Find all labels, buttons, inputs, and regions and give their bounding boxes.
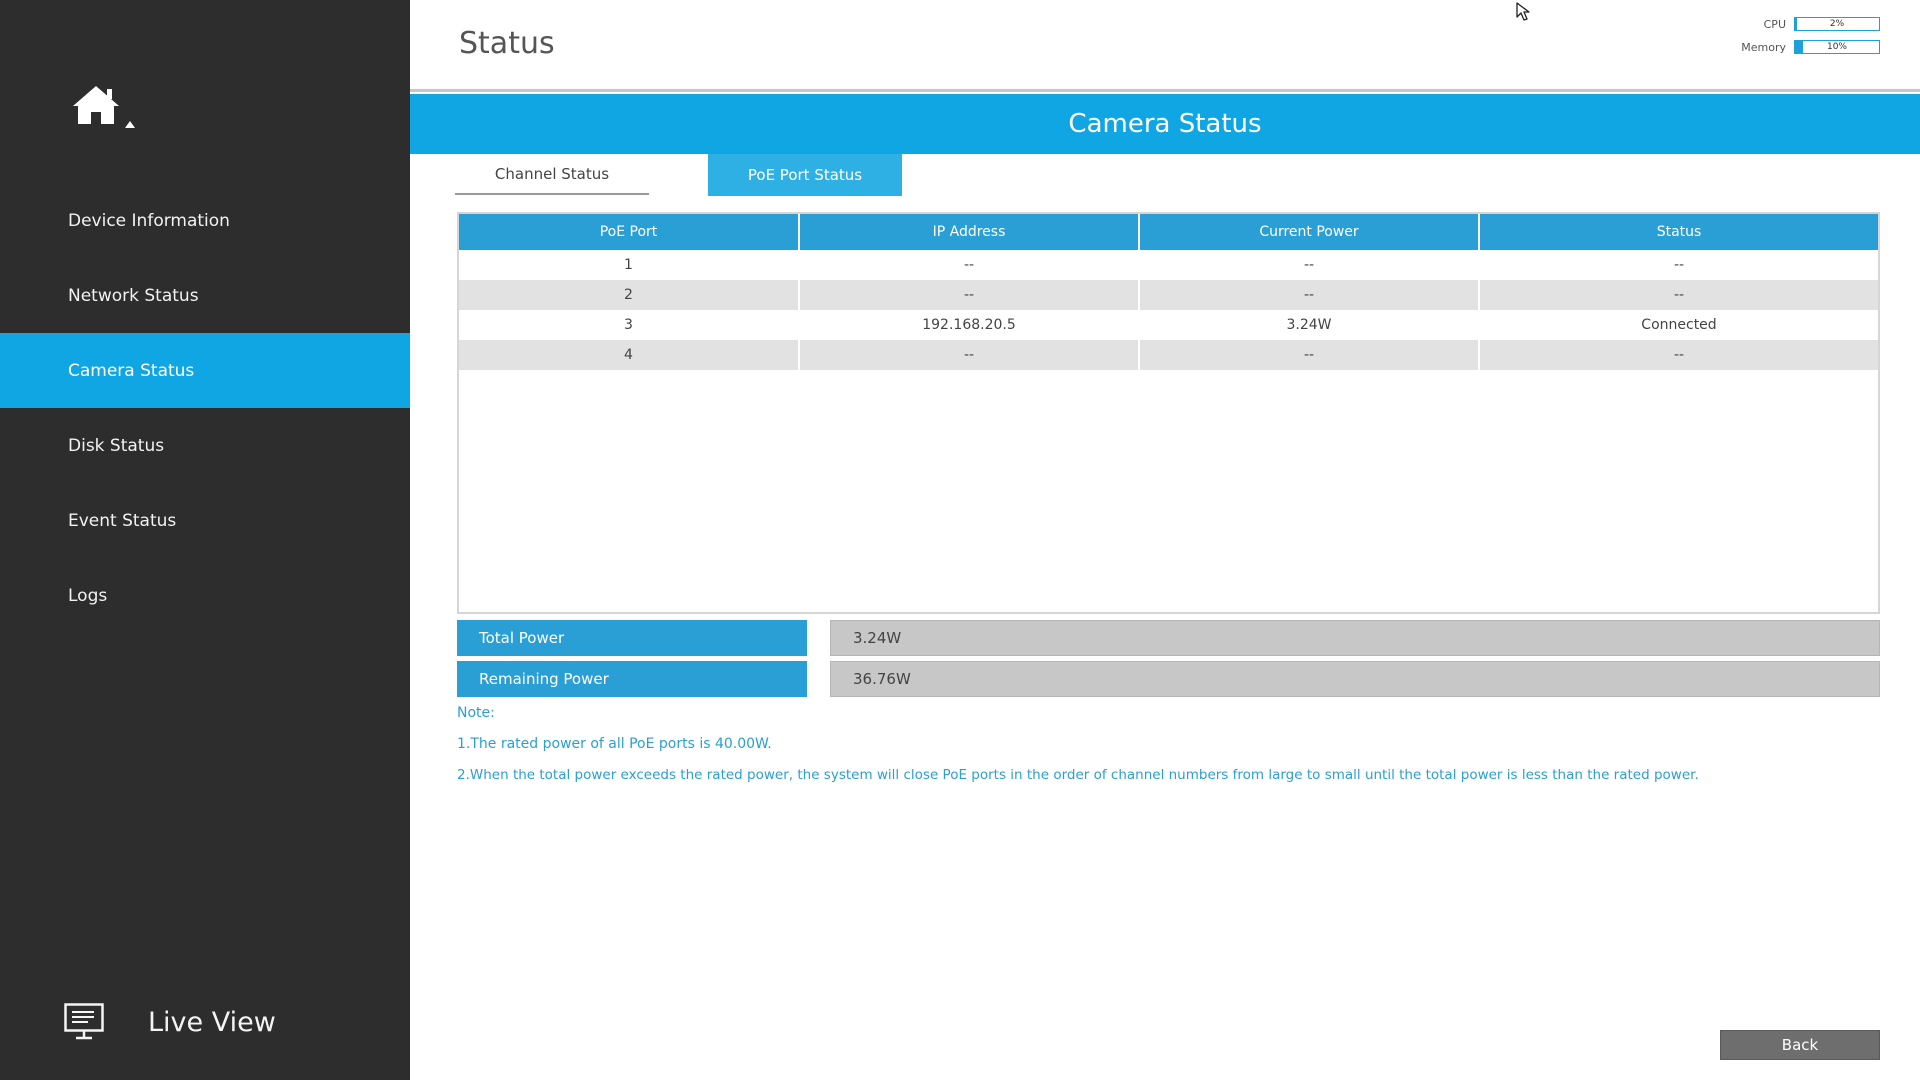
monitor-icon — [64, 1003, 104, 1040]
sidebar: Device Information Network Status Camera… — [0, 0, 410, 1080]
cell-ip-address: 192.168.20.5 — [799, 310, 1140, 340]
cpu-label: CPU — [1763, 17, 1786, 31]
table-row[interactable]: 4 -- -- -- — [459, 340, 1878, 370]
cell-current-power: -- — [1139, 340, 1480, 370]
table-header-row: PoE Port IP Address Current Power Status — [459, 214, 1878, 250]
column-header-poe-port[interactable]: PoE Port — [459, 214, 800, 250]
cpu-bar: 2% — [1794, 17, 1880, 31]
back-button-label: Back — [1781, 1036, 1819, 1054]
note-line-2: 2.When the total power exceeds the rated… — [457, 767, 1699, 783]
table-row[interactable]: 2 -- -- -- — [459, 280, 1878, 310]
home-button[interactable] — [73, 84, 143, 134]
page-title: Status — [459, 26, 555, 61]
cell-ip-address: -- — [799, 340, 1140, 370]
home-icon — [73, 86, 135, 128]
tab-label: Channel Status — [494, 164, 610, 183]
cell-status: Connected — [1641, 317, 1717, 333]
mouse-cursor-icon — [1516, 2, 1530, 21]
note-line-1: 1.The rated power of all PoE ports is 40… — [457, 736, 772, 752]
banner-title: Camera Status — [1068, 109, 1262, 139]
cell-ip-address: -- — [799, 280, 1140, 310]
sidebar-item-label: Logs — [68, 585, 108, 606]
poe-port-table: PoE Port IP Address Current Power Status… — [459, 214, 1878, 370]
sidebar-item-label: Device Information — [68, 210, 230, 231]
app-root: Device Information Network Status Camera… — [0, 0, 1920, 1080]
cell-status: -- — [1479, 340, 1878, 370]
memory-label: Memory — [1741, 40, 1786, 54]
sidebar-item-event-status[interactable]: Event Status — [0, 483, 410, 558]
cell-poe-port: 4 — [459, 340, 800, 370]
sidebar-item-logs[interactable]: Logs — [0, 558, 410, 633]
remaining-power-label: Remaining Power — [457, 661, 807, 697]
sidebar-item-label: Camera Status — [68, 360, 195, 381]
memory-value: 10% — [1826, 42, 1847, 52]
cpu-value: 2% — [1829, 19, 1845, 29]
sidebar-item-label: Network Status — [68, 285, 199, 306]
cell-current-power: 3.24W — [1139, 310, 1480, 340]
total-power-value: 3.24W — [830, 620, 1880, 656]
sidebar-item-network-status[interactable]: Network Status — [0, 258, 410, 333]
sidebar-item-device-information[interactable]: Device Information — [0, 183, 410, 258]
back-button[interactable]: Back — [1720, 1030, 1880, 1060]
cell-current-power: -- — [1139, 280, 1480, 310]
column-header-ip-address[interactable]: IP Address — [799, 214, 1140, 250]
remaining-power-value: 36.76W — [830, 661, 1880, 697]
live-view-button[interactable]: Live View — [64, 1000, 364, 1044]
cpu-meter: CPU 2% — [1726, 17, 1880, 31]
total-power-label: Total Power — [457, 620, 807, 656]
header-divider — [410, 89, 1920, 92]
poe-table-panel: PoE Port IP Address Current Power Status… — [457, 212, 1880, 614]
tab-label: PoE Port Status — [747, 166, 863, 184]
tab-poe-port-status[interactable]: PoE Port Status — [708, 154, 902, 196]
section-banner: Camera Status — [410, 94, 1920, 154]
memory-bar: 10% — [1794, 40, 1880, 54]
cell-poe-port: 1 — [459, 250, 800, 280]
cell-poe-port: 2 — [459, 280, 800, 310]
sidebar-item-label: Event Status — [68, 510, 177, 531]
table-row[interactable]: 1 -- -- -- — [459, 250, 1878, 280]
cell-poe-port: 3 — [459, 310, 800, 340]
live-view-label: Live View — [148, 1006, 276, 1038]
cell-status: -- — [1673, 257, 1685, 273]
cell-ip-address: -- — [799, 250, 1140, 280]
column-header-status[interactable]: Status — [1479, 214, 1878, 250]
note-heading: Note: — [457, 705, 495, 721]
sidebar-item-label: Disk Status — [68, 435, 165, 456]
column-header-current-power[interactable]: Current Power — [1139, 214, 1480, 250]
sidebar-item-camera-status[interactable]: Camera Status — [0, 333, 410, 408]
cell-current-power: -- — [1139, 250, 1480, 280]
tab-channel-status[interactable]: Channel Status — [455, 154, 649, 195]
cell-status: -- — [1479, 280, 1878, 310]
sidebar-item-disk-status[interactable]: Disk Status — [0, 408, 410, 483]
table-row[interactable]: 3 192.168.20.5 3.24W Connected — [459, 310, 1878, 340]
memory-meter: Memory 10% — [1726, 40, 1880, 54]
